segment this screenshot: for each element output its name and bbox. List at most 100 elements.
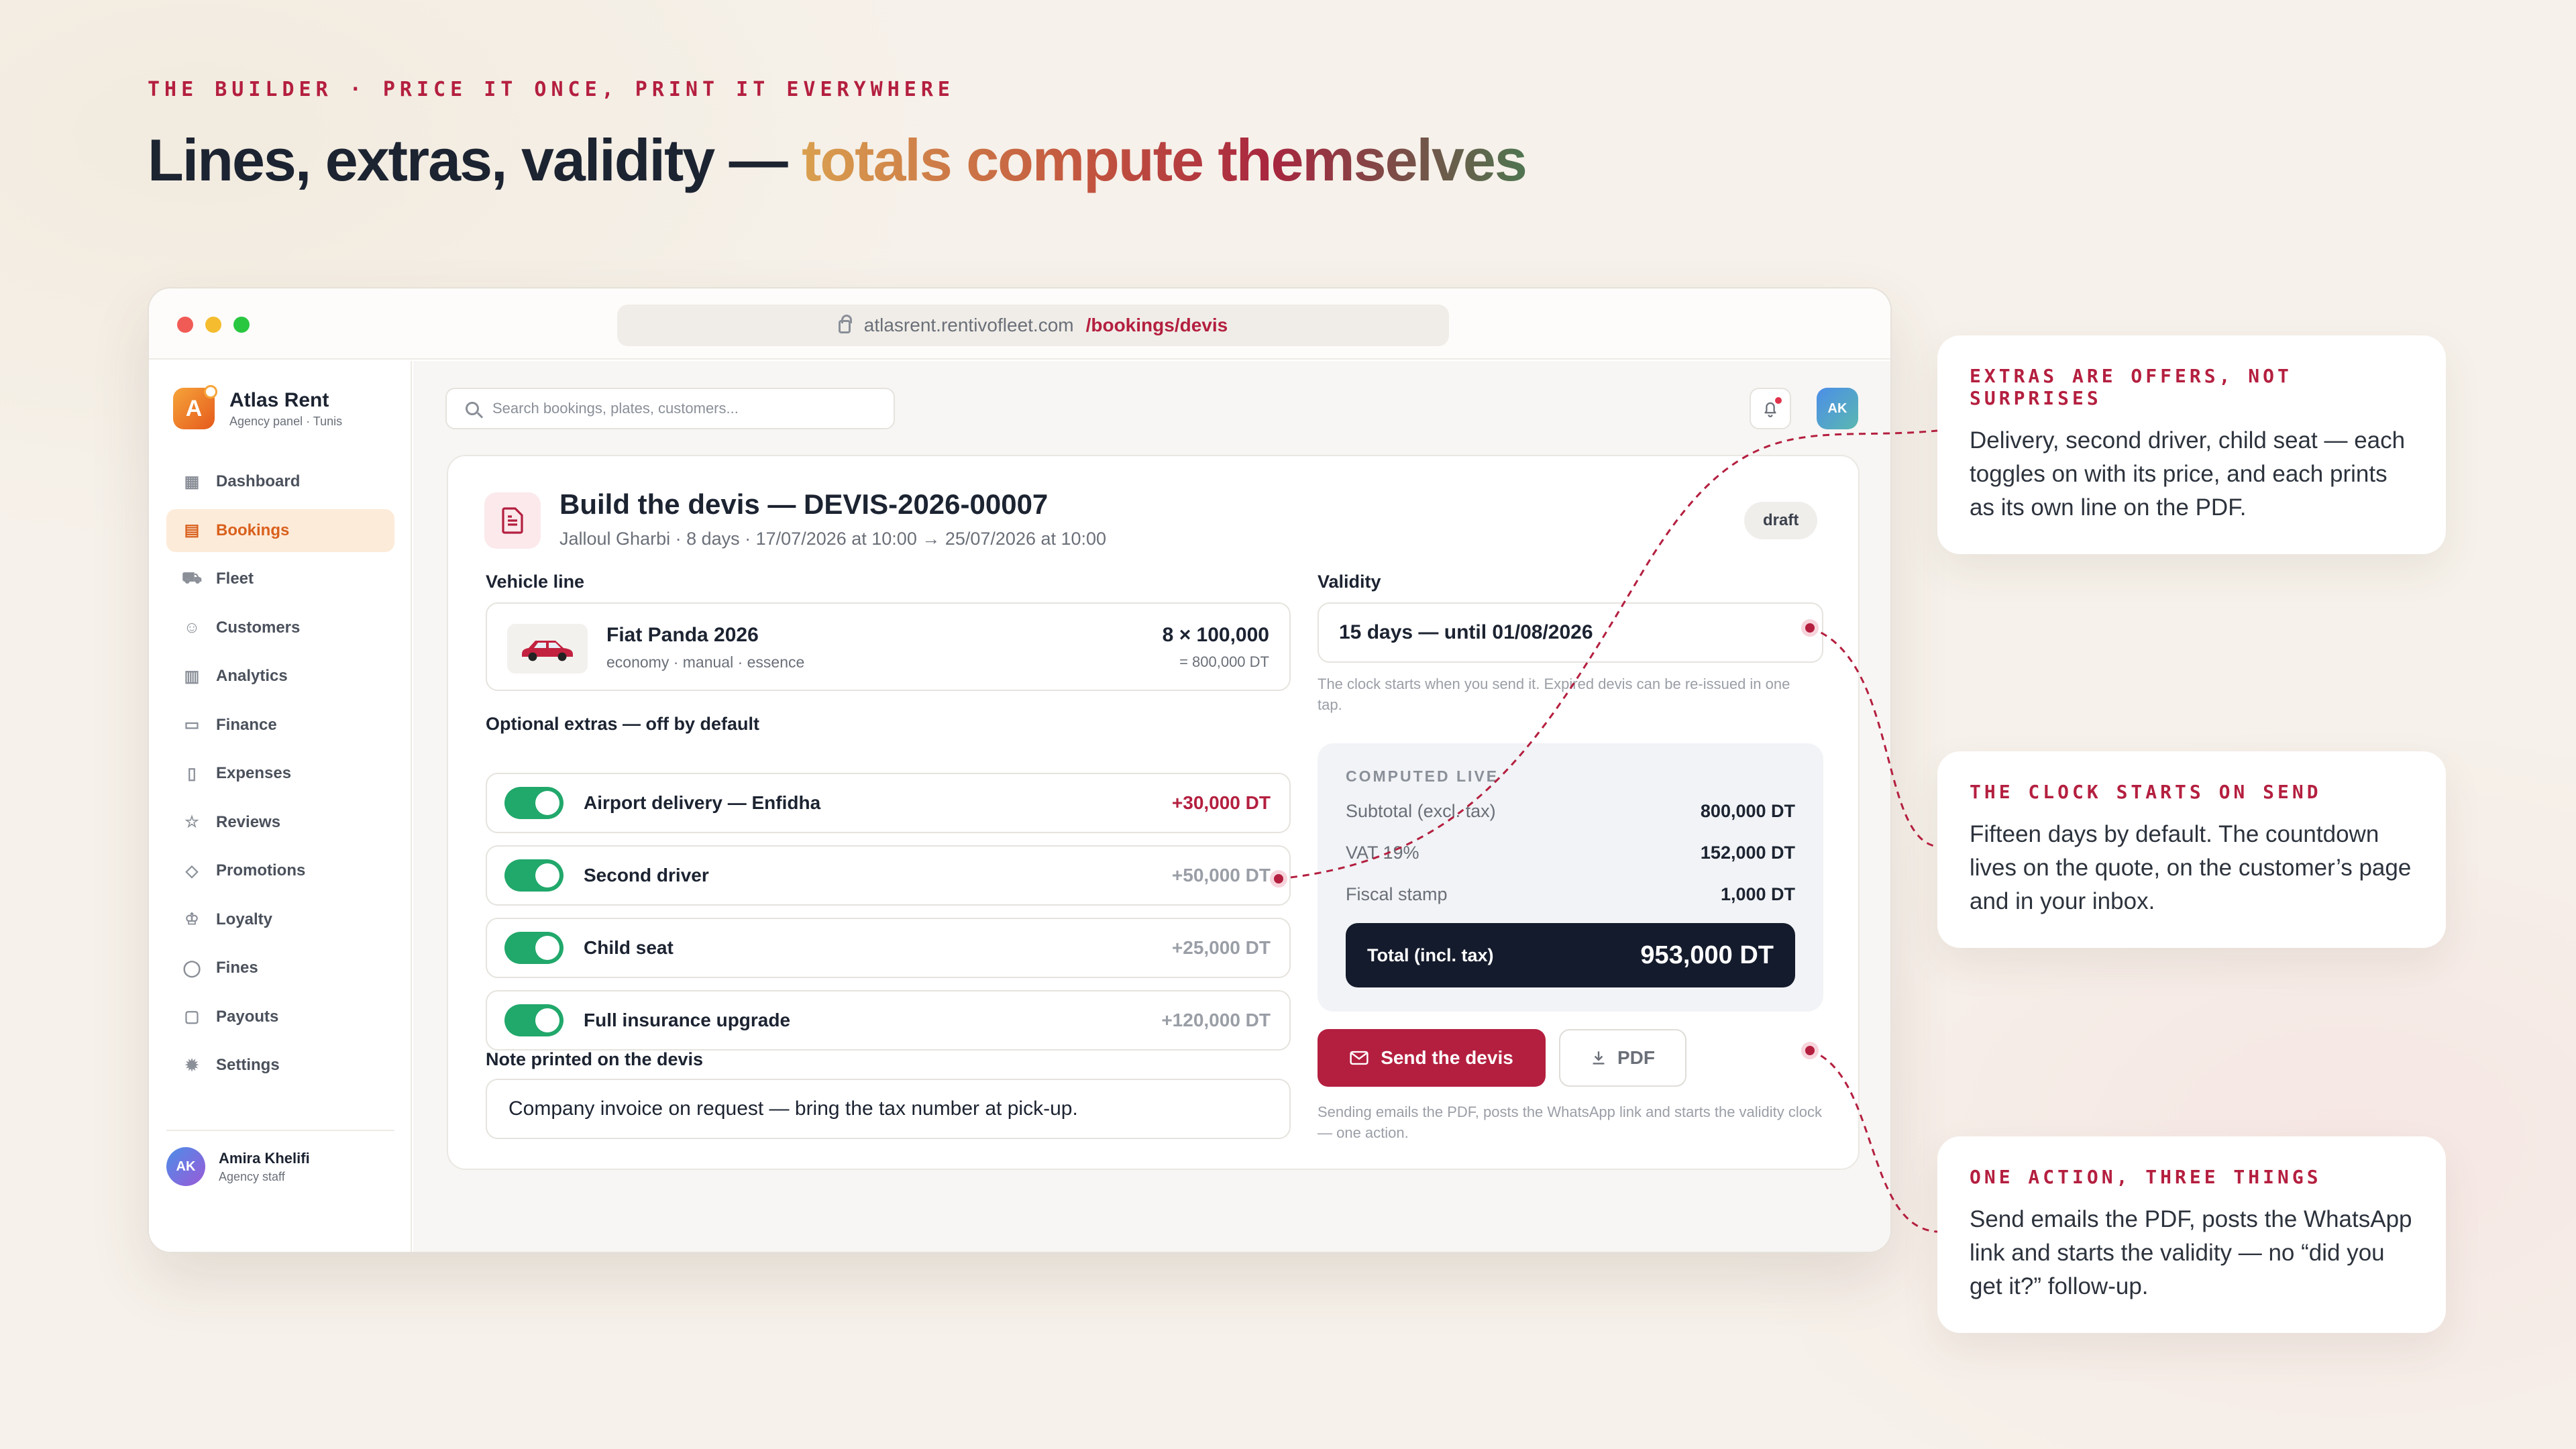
note-field[interactable]: Company invoice on request — bring the t… [486,1079,1291,1139]
vat-value: 152,000 DT [1700,843,1795,863]
extra-toggle[interactable] [504,859,564,892]
crown-icon: ♔ [184,910,199,928]
sidebar-item-label: Reviews [216,812,281,831]
banknote-icon: ▭ [184,716,200,734]
extra-toggle[interactable] [504,932,564,964]
account-avatar[interactable]: AK [1817,388,1858,429]
sidebar-item-label: Customers [216,618,301,637]
notification-dot [1775,397,1782,404]
extra-row: Child seat +25,000 DT [486,918,1291,978]
extras-label: Optional extras — off by default [486,714,760,734]
car-icon: ⛟ [181,569,203,587]
status-badge: draft [1744,502,1818,539]
hero-title-plain: Lines, extras, validity — [148,127,802,193]
browser-window: atlasrent.rentivofleet.com /bookings/dev… [148,287,1892,1253]
page-title: Build the devis — DEVIS-2026-00007 [559,488,1049,520]
vehicle-meta: economy · manual · essence [606,653,805,671]
callout-body: Send emails the PDF, posts the WhatsApp … [1970,1206,2412,1299]
callout-title: ONE ACTION, THREE THINGS [1970,1166,2322,1188]
mail-icon [1350,1051,1368,1065]
subtotal-row: Subtotal (excl. tax) 800,000 DT [1346,801,1795,822]
sidebar-item-promotions[interactable]: ◇ Promotions [166,849,394,892]
sidebar-item-label: Bookings [216,521,290,539]
send-devis-label: Send the devis [1381,1047,1513,1068]
extra-name: Second driver [584,865,709,885]
validity-label: Validity [1318,572,1381,592]
url-host: atlasrent.rentivofleet.com [863,315,1074,335]
close-dot[interactable] [177,317,193,333]
callout-one-action: ONE ACTION, THREE THINGS Send emails the… [1937,1136,2446,1333]
extra-price: +25,000 DT [1171,937,1271,958]
stamp-value: 1,000 DT [1720,884,1795,904]
extra-price: +120,000 DT [1161,1010,1271,1030]
bar-chart-icon: ▥ [184,667,200,686]
maximize-dot[interactable] [233,317,250,333]
vehicle-total: = 800,000 DT [1179,653,1269,670]
extra-price: +30,000 DT [1171,792,1271,813]
sidebar-item-label: Fines [216,959,258,977]
sidebar-item-analytics[interactable]: ▥ Analytics [166,655,394,698]
sidebar-item-customers[interactable]: ☺ Customers [166,606,394,649]
calendar-icon: ▤ [184,521,200,539]
sidebar-item-fines[interactable]: ◯ Fines [166,947,394,989]
sidebar-item-dashboard[interactable]: ▦ Dashboard [166,460,394,503]
callout-title: EXTRAS ARE OFFERS, NOT SURPRISES [1970,365,2292,409]
validity-hint: The clock starts when you send it. Expir… [1318,676,1790,713]
sidebar-item-label: Settings [216,1056,280,1074]
pdf-button[interactable]: PDF [1559,1029,1686,1087]
minimize-dot[interactable] [205,317,221,333]
extra-toggle[interactable] [504,787,564,819]
extra-row: Second driver +50,000 DT [486,845,1291,906]
sidebar-item-label: Expenses [216,764,292,782]
sidebar-item-reviews[interactable]: ☆ Reviews [166,801,394,844]
extra-toggle[interactable] [504,1004,564,1036]
sidebar-item-bookings[interactable]: ▤ Bookings [166,508,394,552]
users-icon: ☺ [183,618,201,637]
extra-row: Full insurance upgrade +120,000 DT [486,990,1291,1051]
sidebar-item-settings[interactable]: ✹ Settings [166,1044,394,1087]
notifications-button[interactable] [1750,388,1791,429]
wallet-icon: ▢ [184,1008,200,1026]
vat-label: VAT 19% [1346,843,1419,863]
callout-body: Fifteen days by default. The countdown l… [1970,821,2412,914]
note-label: Note printed on the devis [486,1049,704,1069]
sidebar-item-label: Finance [216,715,277,734]
car-icon [507,624,588,674]
sidebar-item-payouts[interactable]: ▢ Payouts [166,996,394,1038]
sidebar-item-expenses[interactable]: ▯ Expenses [166,752,394,795]
total-row: Total (incl. tax) 953,000 DT [1346,923,1795,987]
devis-builder-card: Build the devis — DEVIS-2026-00007 Jallo… [447,455,1860,1170]
browser-titlebar: atlasrent.rentivofleet.com /bookings/dev… [149,288,1890,360]
sidebar-item-loyalty[interactable]: ♔ Loyalty [166,898,394,941]
sidebar-item-fleet[interactable]: ⛟ Fleet [166,557,394,600]
brand[interactable]: A Atlas Rent Agency panel · Tunis [173,385,342,429]
vehicle-price: 8 × 100,000 [1162,624,1269,646]
sidebar-item-label: Dashboard [216,472,301,490]
sidebar-item-finance[interactable]: ▭ Finance [166,704,394,747]
callout-title: THE CLOCK STARTS ON SEND [1970,781,2322,803]
sidebar-item-label: Fleet [216,570,254,588]
validity-select[interactable]: 15 days — until 01/08/2026 [1318,602,1823,663]
user-card[interactable]: AK Amira Khelifi Agency staff [166,1130,394,1186]
star-icon: ☆ [184,813,199,831]
sidebar-nav: ▦ Dashboard ▤ Bookings ⛟ Fleet ☺ Customers ▥ Anal… [166,460,394,1093]
booking-summary: Jalloul Gharbi · 8 days · 17/07/2026 at … [559,529,1107,549]
callout-clock: THE CLOCK STARTS ON SEND Fifteen days by… [1937,751,2446,948]
vehicle-name: Fiat Panda 2026 [606,624,759,646]
extra-row: Airport delivery — Enfidha +30,000 DT [486,773,1291,833]
sidebar: A Atlas Rent Agency panel · Tunis ▦ Dashb… [149,361,412,1252]
main-content: Search bookings, plates, customers... AK… [413,361,1890,1252]
total-label: Total (incl. tax) [1367,945,1494,965]
callout-extras: EXTRAS ARE OFFERS, NOT SURPRISES Deliver… [1937,335,2446,554]
sidebar-item-label: Promotions [216,861,306,879]
tag-icon: ◇ [185,861,199,880]
vehicle-line[interactable]: Fiat Panda 2026 economy · manual · essen… [486,602,1291,691]
search-input[interactable]: Search bookings, plates, customers... [445,388,895,429]
address-bar[interactable]: atlasrent.rentivofleet.com /bookings/dev… [617,305,1449,346]
brand-name: Atlas Rent [229,388,329,411]
shield-icon: ◯ [182,959,201,977]
grid-icon: ▦ [184,472,200,491]
extra-price: +50,000 DT [1171,865,1271,885]
total-value: 953,000 DT [1640,941,1774,969]
send-devis-button[interactable]: Send the devis [1318,1029,1546,1087]
